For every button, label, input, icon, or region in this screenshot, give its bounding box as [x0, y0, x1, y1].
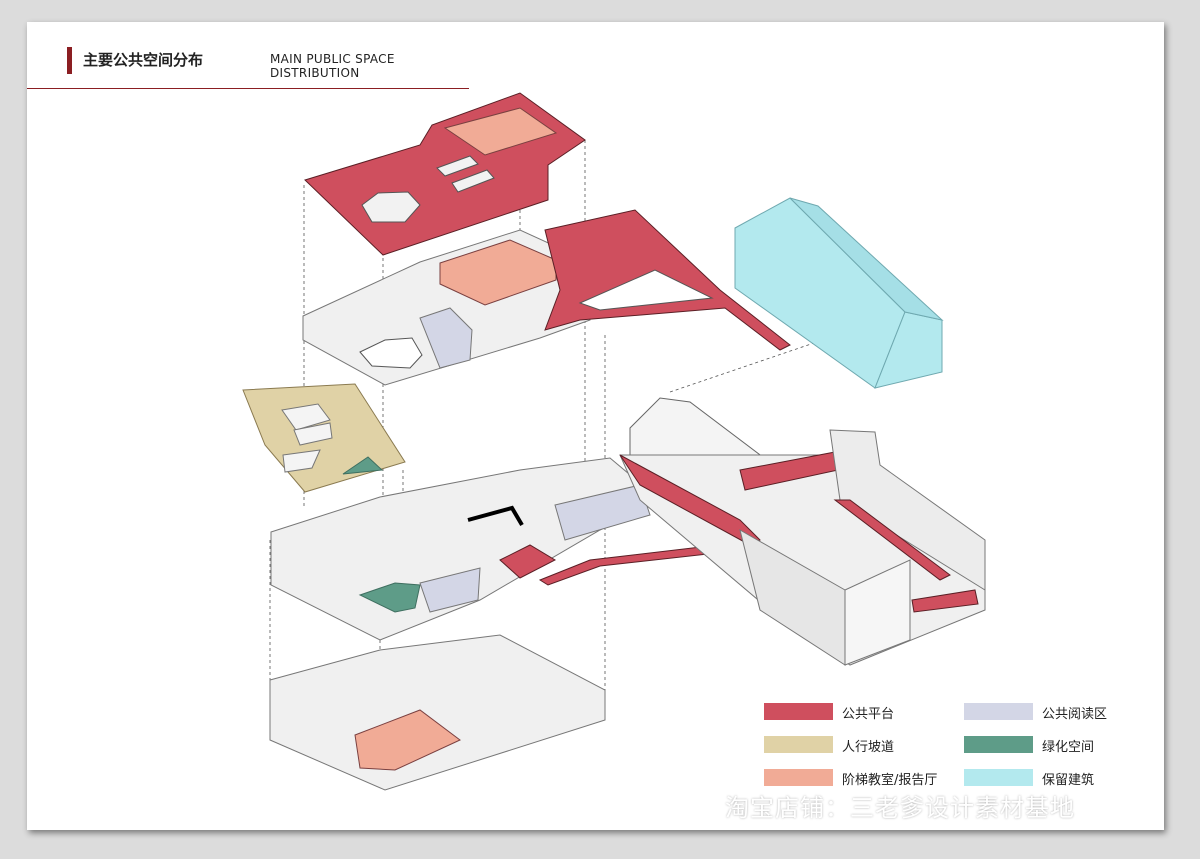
exploded-axonometric-diagram — [242, 92, 986, 791]
legend-label: 绿化空间 — [1042, 740, 1095, 755]
title-underline — [27, 88, 469, 89]
page-header: 主要公共空间分布 MAIN PUBLIC SPACE DISTRIBUTION — [27, 47, 469, 89]
watermark: 淘宝店铺：三老爹设计素材基地 — [725, 794, 1075, 822]
legend-label: 阶梯教室/报告厅 — [842, 773, 938, 788]
legend-swatch — [964, 736, 1033, 753]
legend-label: 公共阅读区 — [1042, 707, 1108, 722]
legend-label: 保留建筑 — [1042, 773, 1095, 788]
heritage-building — [734, 197, 944, 389]
roof-level — [304, 92, 586, 256]
legend-swatch — [964, 769, 1033, 786]
legend-label: 公共平台 — [842, 707, 895, 722]
right-building — [619, 397, 986, 666]
title-english: MAIN PUBLIC SPACE DISTRIBUTION — [270, 52, 395, 80]
basement-level — [269, 634, 606, 791]
title-chinese: 主要公共空间分布 — [83, 51, 204, 69]
legend-swatch — [764, 703, 833, 720]
legend-swatch — [964, 703, 1033, 720]
legend-label: 人行坡道 — [842, 740, 895, 755]
legend-swatch — [764, 769, 833, 786]
legend-swatch — [764, 736, 833, 753]
title-accent-bar — [67, 47, 72, 74]
ramp-layer — [242, 383, 406, 493]
